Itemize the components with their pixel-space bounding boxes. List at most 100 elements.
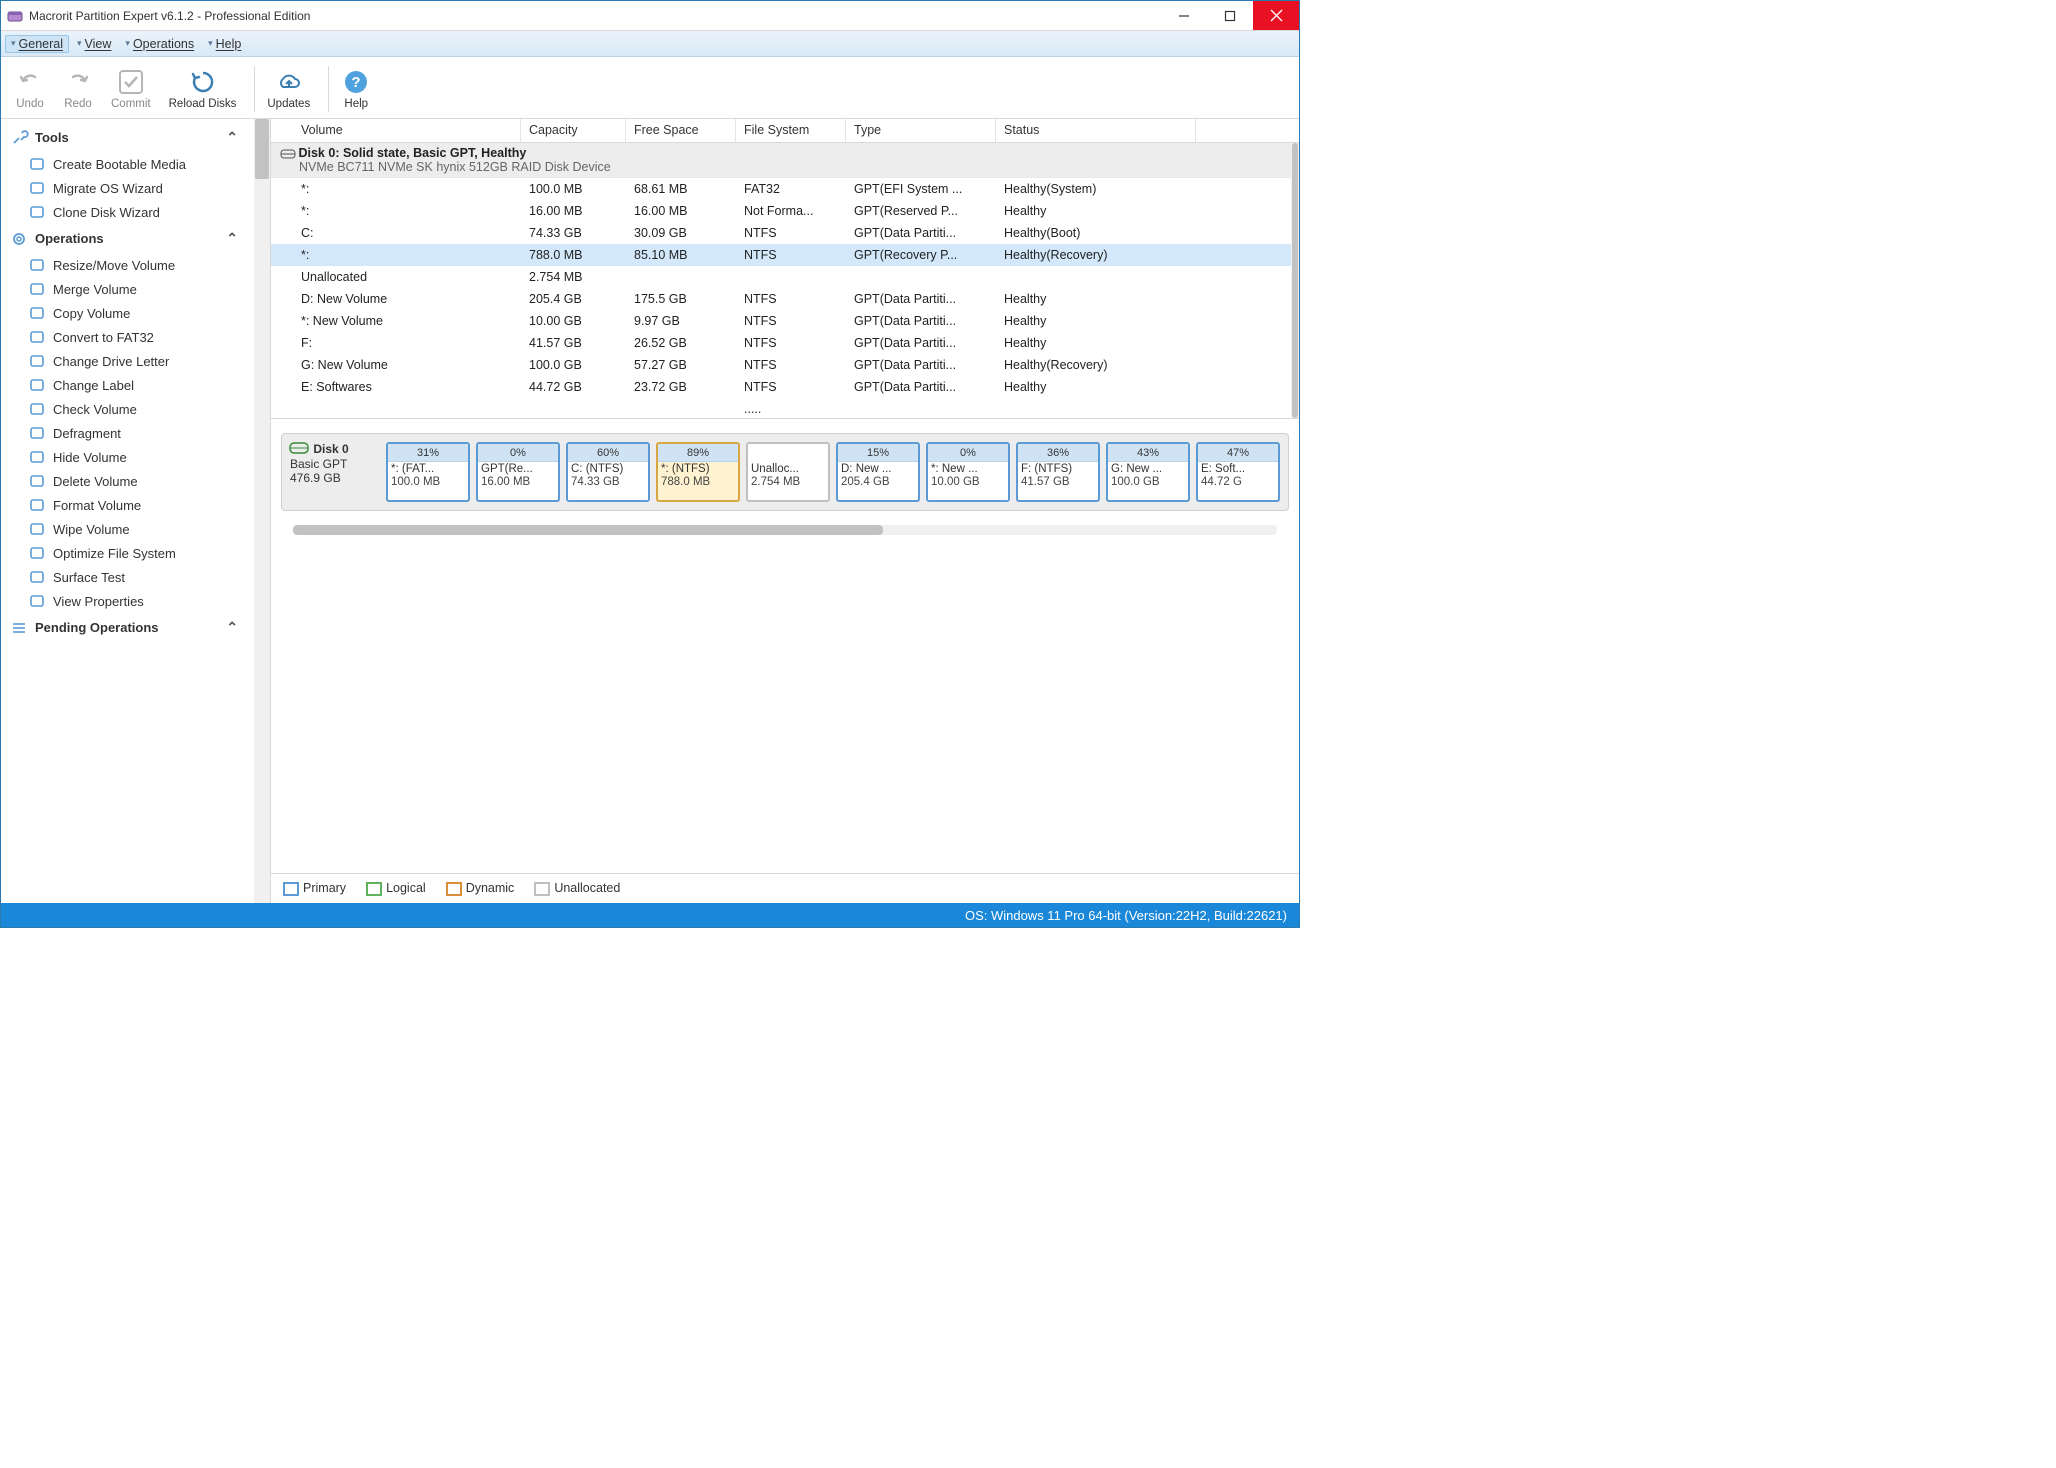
disk-name: Disk 0: Solid state, Basic GPT, Healthy: [298, 146, 526, 160]
table-row[interactable]: C: 74.33 GB 30.09 GB NTFS GPT(Data Parti…: [271, 222, 1299, 244]
sidebar-item-convert[interactable]: Convert to FAT32: [1, 325, 270, 349]
chevron-up-icon: ⌃: [226, 619, 238, 636]
col-free[interactable]: Free Space: [626, 119, 736, 142]
sidebar-item-label: Wipe Volume: [53, 522, 130, 537]
reload-button[interactable]: Reload Disks: [163, 65, 243, 113]
sidebar-item-check[interactable]: Check Volume: [1, 397, 270, 421]
sidebar-item-surface[interactable]: Surface Test: [1, 565, 270, 589]
sidebar-item-optimize[interactable]: Optimize File System: [1, 541, 270, 565]
sidebar-item-letter[interactable]: Change Drive Letter: [1, 349, 270, 373]
diskmap-info[interactable]: Disk 0 Basic GPT 476.9 GB: [290, 442, 380, 485]
col-status[interactable]: Status: [996, 119, 1196, 142]
table-row[interactable]: F: 41.57 GB 26.52 GB NTFS GPT(Data Parti…: [271, 332, 1299, 354]
minimize-button[interactable]: [1161, 1, 1207, 30]
resize-icon: [29, 257, 45, 273]
partition-label: D: New ...: [838, 462, 918, 476]
redo-button[interactable]: Redo: [57, 65, 99, 113]
help-icon: ?: [342, 68, 370, 96]
menu-view[interactable]: ▾View: [71, 35, 117, 53]
partition-label: GPT(Re...: [478, 462, 558, 476]
menu-help[interactable]: ▾Help: [202, 35, 247, 53]
updates-button[interactable]: Updates: [261, 65, 316, 113]
partition-usage: 60%: [568, 444, 648, 462]
partition-label: G: New ...: [1108, 462, 1188, 476]
legend-logical: Logical: [366, 881, 426, 896]
partition-size: 100.0 GB: [1108, 476, 1188, 488]
menu-general[interactable]: ▾General: [5, 35, 69, 53]
tools-icon: [11, 130, 27, 146]
diskmap-partition[interactable]: 47% E: Soft... 44.72 G: [1196, 442, 1280, 502]
col-type[interactable]: Type: [846, 119, 996, 142]
commit-button[interactable]: Commit: [105, 65, 157, 113]
disk-header[interactable]: Disk 0: Solid state, Basic GPT, Healthy …: [271, 143, 1299, 178]
cloud-up-icon: [275, 68, 303, 96]
table-row[interactable]: *: New Volume 10.00 GB 9.97 GB NTFS GPT(…: [271, 310, 1299, 332]
table-row[interactable]: *: 100.0 MB 68.61 MB FAT32 GPT(EFI Syste…: [271, 178, 1299, 200]
list-icon: [11, 620, 27, 636]
sidebar-item-label: Format Volume: [53, 498, 141, 513]
table-row[interactable]: G: New Volume 100.0 GB 57.27 GB NTFS GPT…: [271, 354, 1299, 376]
diskmap-partition[interactable]: Unalloc... 2.754 MB: [746, 442, 830, 502]
diskmap-partition[interactable]: 31% *: (FAT... 100.0 MB: [386, 442, 470, 502]
table-row[interactable]: *: 788.0 MB 85.10 MB NTFS GPT(Recovery P…: [271, 244, 1299, 266]
copy-icon: [29, 305, 45, 321]
sidebar-item-defrag[interactable]: Defragment: [1, 421, 270, 445]
partition-label: *: New ...: [928, 462, 1008, 476]
disk-model: NVMe BC711 NVMe SK hynix 512GB RAID Disk…: [281, 160, 1293, 174]
partition-usage: 31%: [388, 444, 468, 462]
reload-icon: [189, 68, 217, 96]
diskmap-partition[interactable]: 15% D: New ... 205.4 GB: [836, 442, 920, 502]
sidebar-item-label[interactable]: Change Label: [1, 373, 270, 397]
sidebar-section-operations[interactable]: Operations ⌃: [1, 224, 270, 253]
sidebar-section-tools[interactable]: Tools ⌃: [1, 123, 270, 152]
sidebar-item-hide[interactable]: Hide Volume: [1, 445, 270, 469]
sidebar-scrollbar[interactable]: [254, 119, 270, 903]
diskmap-partition[interactable]: 60% C: (NTFS) 74.33 GB: [566, 442, 650, 502]
undo-button[interactable]: Undo: [9, 65, 51, 113]
diskmap-partition[interactable]: 0% *: New ... 10.00 GB: [926, 442, 1010, 502]
sidebar-item-label: Check Volume: [53, 402, 137, 417]
sidebar-item-delete[interactable]: Delete Volume: [1, 469, 270, 493]
sidebar-item-merge[interactable]: Merge Volume: [1, 277, 270, 301]
col-capacity[interactable]: Capacity: [521, 119, 626, 142]
diskmap-partition[interactable]: 43% G: New ... 100.0 GB: [1106, 442, 1190, 502]
table-row[interactable]: *: 16.00 MB 16.00 MB Not Forma... GPT(Re…: [271, 200, 1299, 222]
table-row[interactable]: E: Softwares 44.72 GB 23.72 GB NTFS GPT(…: [271, 376, 1299, 398]
sidebar-section-label: Operations: [35, 231, 104, 246]
sidebar-item-label: Delete Volume: [53, 474, 138, 489]
partition-usage: 43%: [1108, 444, 1188, 462]
svg-text:?: ?: [352, 74, 361, 91]
partition-size: 41.57 GB: [1018, 476, 1098, 488]
redo-icon: [64, 68, 92, 96]
table-row[interactable]: D: New Volume 205.4 GB 175.5 GB NTFS GPT…: [271, 288, 1299, 310]
table-scrollbar[interactable]: [1291, 143, 1299, 418]
close-button[interactable]: [1253, 1, 1299, 30]
partition-label: *: (FAT...: [388, 462, 468, 476]
sidebar-item-usb[interactable]: Create Bootable Media: [1, 152, 270, 176]
help-button[interactable]: ?Help: [335, 65, 377, 113]
col-volume[interactable]: Volume: [271, 119, 521, 142]
sidebar-item-props[interactable]: View Properties: [1, 589, 270, 613]
diskmap-partition[interactable]: 36% F: (NTFS) 41.57 GB: [1016, 442, 1100, 502]
sidebar-item-resize[interactable]: Resize/Move Volume: [1, 253, 270, 277]
maximize-button[interactable]: [1207, 1, 1253, 30]
table-row[interactable]: Unallocated 2.754 MB: [271, 266, 1299, 288]
menu-operations[interactable]: ▾Operations: [119, 35, 200, 53]
label-icon: [29, 377, 45, 393]
sidebar-section-pending[interactable]: Pending Operations ⌃: [1, 613, 270, 642]
diskmap-partition[interactable]: 0% GPT(Re... 16.00 MB: [476, 442, 560, 502]
sidebar-item-label: Surface Test: [53, 570, 125, 585]
partition-size: 74.33 GB: [568, 476, 648, 488]
chevron-down-icon: ▾: [125, 38, 130, 49]
sidebar-item-clone[interactable]: Clone Disk Wizard: [1, 200, 270, 224]
diskmap-partition[interactable]: 89% *: (NTFS) 788.0 MB: [656, 442, 740, 502]
sidebar-item-copy[interactable]: Copy Volume: [1, 301, 270, 325]
col-filesystem[interactable]: File System: [736, 119, 846, 142]
surface-icon: [29, 569, 45, 585]
sidebar-item-wipe[interactable]: Wipe Volume: [1, 517, 270, 541]
sidebar-item-label: Resize/Move Volume: [53, 258, 175, 273]
sidebar-item-migrate[interactable]: Migrate OS Wizard: [1, 176, 270, 200]
diskmap-hscroll[interactable]: [293, 525, 1277, 535]
sidebar-item-format[interactable]: Format Volume: [1, 493, 270, 517]
delete-icon: [29, 473, 45, 489]
